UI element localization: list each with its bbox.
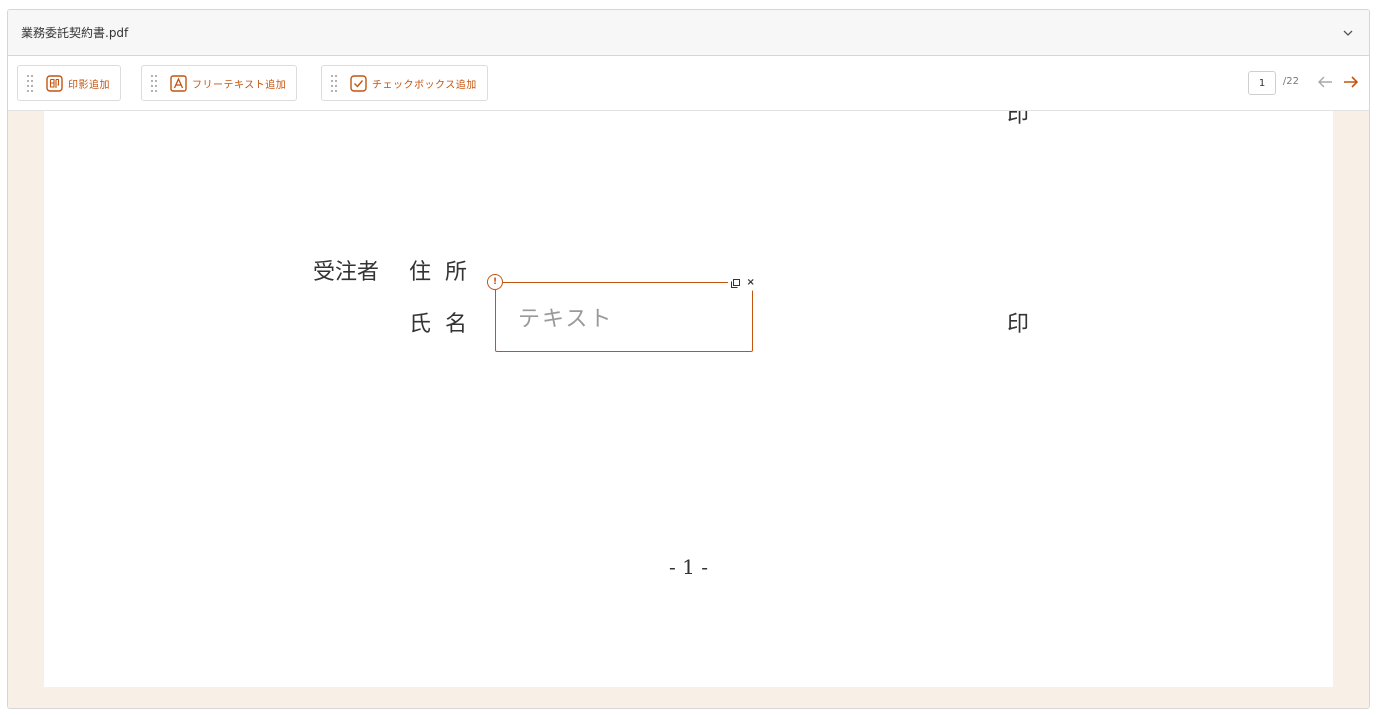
add-free-text-label: フリーテキスト追加: [192, 79, 287, 91]
text-field-placeholder: テキスト: [518, 307, 614, 332]
seal-mark: 印: [1007, 312, 1030, 337]
seal-icon: [46, 74, 63, 92]
page-number: - 1 -: [669, 555, 708, 579]
drag-handle-icon[interactable]: [150, 74, 158, 92]
pdf-viewer[interactable]: 印 受注者 住所 氏名 印 - 1 - テキスト ! ×: [8, 111, 1369, 708]
text-a-icon: [170, 74, 187, 92]
address-label: 住所: [409, 260, 482, 285]
contractor-label: 受注者: [313, 260, 380, 285]
name-label: 氏名: [409, 312, 482, 337]
next-page-icon[interactable]: [1342, 74, 1360, 90]
add-seal-label: 印影追加: [68, 79, 110, 91]
partial-seal-text: 印: [1007, 111, 1030, 128]
page-number-input[interactable]: 1: [1248, 71, 1276, 95]
file-selector[interactable]: 業務委託契約書.pdf: [8, 10, 1369, 56]
warning-icon: !: [487, 274, 503, 290]
pdf-page: 印 受注者 住所 氏名 印 - 1 - テキスト ! ×: [44, 111, 1333, 687]
previous-page-icon[interactable]: [1316, 74, 1334, 90]
drag-handle-icon[interactable]: [26, 74, 34, 92]
add-checkbox-label: チェックボックス追加: [372, 79, 477, 91]
add-checkbox-button[interactable]: チェックボックス追加: [321, 65, 488, 101]
chevron-down-icon[interactable]: [1341, 26, 1355, 40]
toolbar: 印影追加 フリーテキスト追加 チェックボックス追加 1 /22: [8, 56, 1369, 111]
free-text-field[interactable]: テキスト: [495, 282, 753, 352]
page-total: /22: [1282, 76, 1299, 87]
field-actions: ×: [728, 275, 758, 291]
file-name: 業務委託契約書.pdf: [21, 26, 129, 40]
add-free-text-button[interactable]: フリーテキスト追加: [141, 65, 298, 101]
drag-handle-icon[interactable]: [330, 74, 338, 92]
add-seal-button[interactable]: 印影追加: [17, 65, 121, 101]
close-icon[interactable]: ×: [746, 278, 754, 288]
checkbox-icon: [350, 74, 367, 92]
pdf-editor-frame: 業務委託契約書.pdf 印影追加 フリーテキスト追加 チェックボックス追加 1 …: [7, 9, 1370, 709]
duplicate-icon[interactable]: [731, 278, 741, 288]
